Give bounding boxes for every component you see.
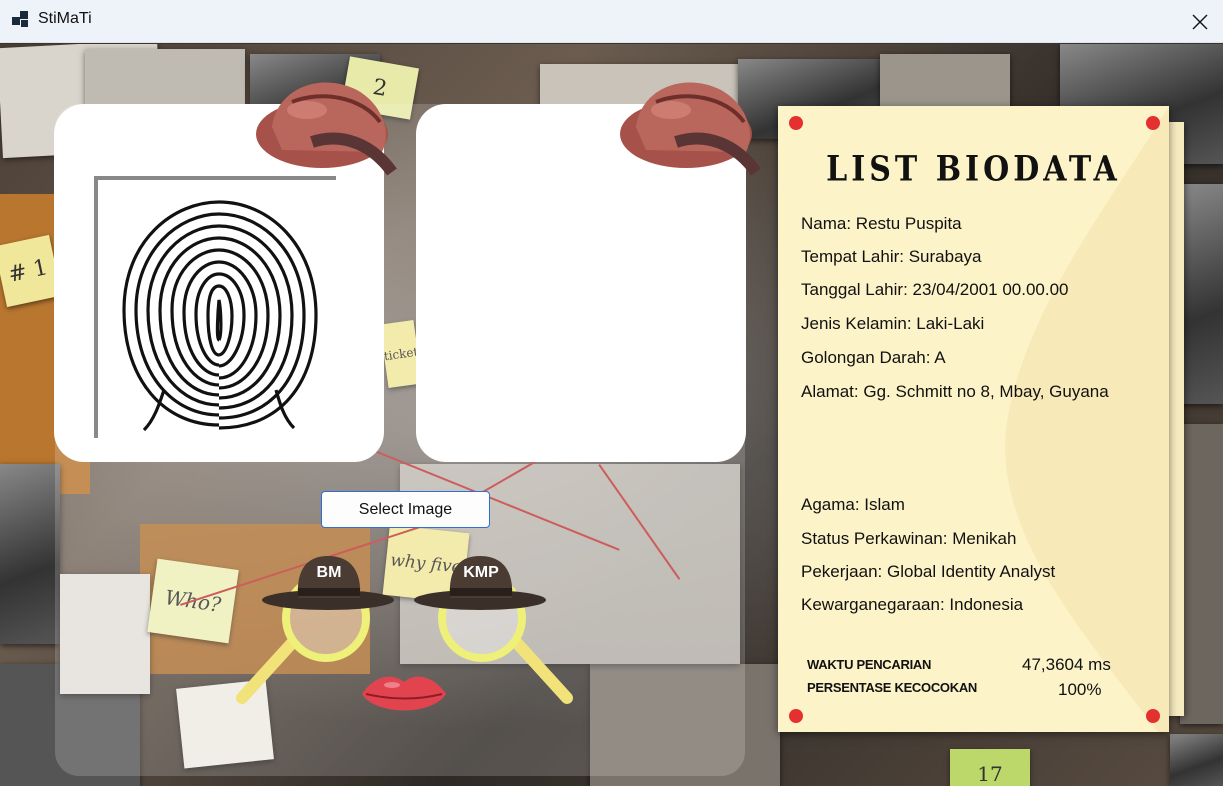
bio-title: LIST BIODATA [826, 149, 1121, 190]
window-title: StiMaTi [38, 10, 92, 27]
close-button[interactable] [1177, 0, 1223, 43]
search-time-value: 47,3604 ms [1022, 655, 1111, 674]
image-frame [94, 176, 98, 438]
app-icon [12, 11, 30, 27]
field-tanggal-lahir: Tanggal Lahir: 23/04/2001 00.00.00 [801, 280, 1069, 299]
field-alamat: Alamat: Gg. Schmitt no 8, Mbay, Guyana [801, 382, 1109, 401]
pin-icon [789, 116, 803, 130]
svg-text:KMP: KMP [463, 564, 499, 581]
field-tempat-lahir: Tempat Lahir: Surabaya [801, 247, 982, 266]
photo-clipping [1180, 184, 1223, 404]
svg-text:BM: BM [317, 564, 342, 581]
mascot-detectives: BM KMP [236, 556, 573, 711]
close-icon [1192, 14, 1208, 29]
photo-clipping [1170, 734, 1223, 786]
hat-kmp: KMP [414, 556, 546, 610]
match-percentage-value: 100% [1058, 680, 1102, 699]
bio-card-curve [1005, 106, 1169, 732]
field-jenis-kelamin: Jenis Kelamin: Laki-Laki [801, 314, 985, 333]
detective-hat-icon [256, 82, 397, 176]
pin-icon [1146, 116, 1160, 130]
pin-icon [1146, 709, 1160, 723]
field-pekerjaan: Pekerjaan: Global Identity Analyst [801, 562, 1056, 581]
match-percentage-label: PERSENTASE KECOCOKAN [807, 680, 978, 695]
field-agama: Agama: Islam [801, 495, 905, 514]
select-image-button[interactable]: Select Image [321, 491, 490, 528]
sticky-note: 17 [950, 749, 1030, 786]
field-golongan-darah: Golongan Darah: A [801, 348, 946, 367]
detective-hat-icon [620, 82, 761, 176]
pin-icon [789, 709, 803, 723]
biodata-card: LIST BIODATA Nama: Restu Puspita Tempat … [778, 106, 1169, 732]
photo-clipping [0, 464, 60, 644]
fingerprint-image [122, 200, 318, 432]
title-bar: StiMaTi [0, 0, 1223, 43]
field-kewarganegaraan: Kewarganegaraan: Indonesia [801, 595, 1024, 614]
hat-bm: BM [262, 556, 394, 610]
field-status-perkawinan: Status Perkawinan: Menikah [801, 529, 1017, 548]
search-time-label: WAKTU PENCARIAN [807, 657, 932, 672]
photo-clipping [1180, 424, 1223, 724]
lips-icon [362, 676, 446, 711]
field-nama: Nama: Restu Puspita [801, 214, 962, 233]
